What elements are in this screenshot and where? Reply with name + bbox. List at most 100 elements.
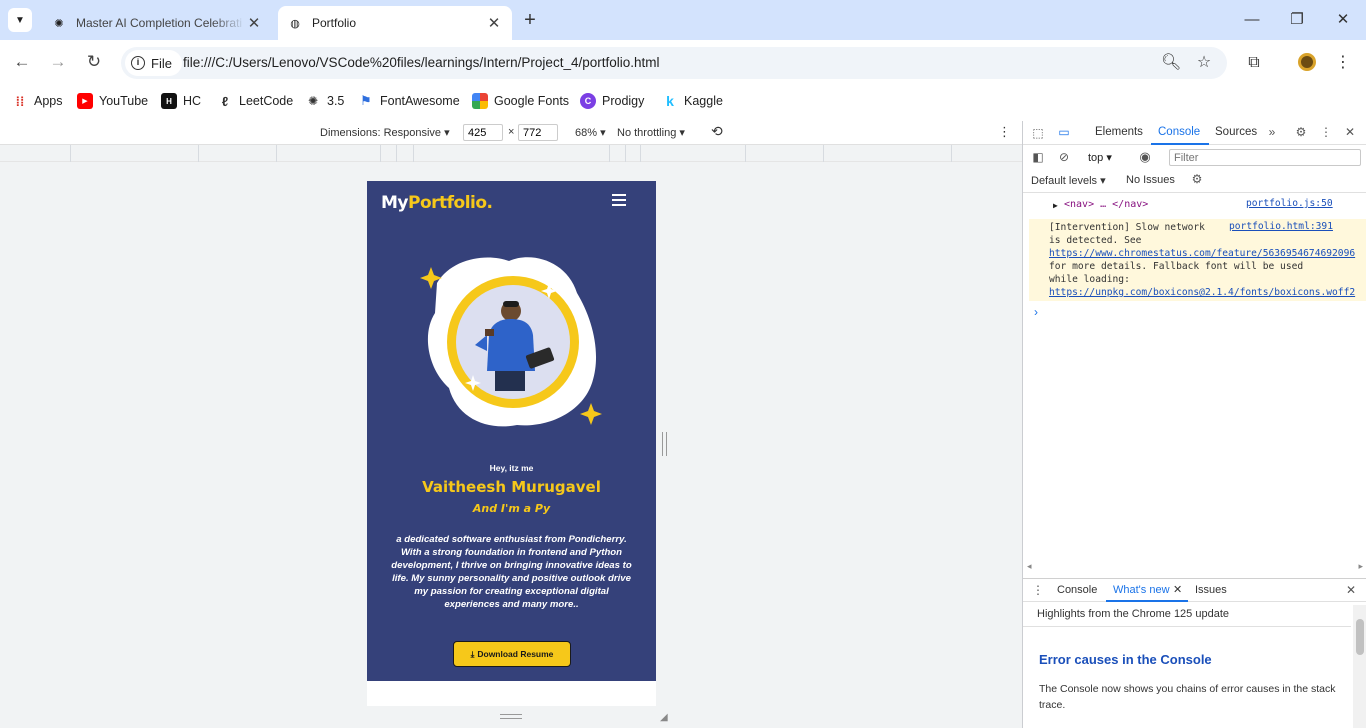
tab-master-ai[interactable]: ✺ Master AI Completion Celebrati ✕ (42, 6, 272, 40)
close-tab-icon[interactable]: ✕ (1173, 583, 1182, 596)
bookmark-google-fonts[interactable]: Google Fonts (472, 93, 569, 109)
filter-input[interactable] (1169, 149, 1361, 166)
bookmark-label: 3.5 (327, 94, 345, 108)
throttling-dropdown[interactable]: No throttling ▾ (617, 126, 685, 139)
back-button[interactable]: ← (10, 51, 34, 75)
width-input[interactable] (463, 124, 503, 141)
ruler-tick (823, 145, 824, 162)
restore-button[interactable]: ❐ (1285, 8, 1309, 32)
site-chip-label: File (151, 55, 172, 71)
tab-elements[interactable]: Elements (1095, 126, 1143, 138)
close-icon[interactable]: ✕ (246, 14, 262, 32)
bookmarks-bar: ⁞⁞ Apps ▶ YouTube H HC ℓ LeetCode ✺ 3.5 ⚑ Font… (0, 85, 1366, 121)
console-warning: [Intervention] Slow network is detected.… (1029, 219, 1366, 301)
ruler-tick (745, 145, 746, 162)
tab-sources[interactable]: Sources (1215, 126, 1257, 138)
news-title[interactable]: Error causes in the Console (1039, 652, 1212, 667)
source-link[interactable]: portfolio.js:50 (1246, 198, 1333, 209)
times-sign: × (508, 126, 515, 138)
bookmark-hc[interactable]: H HC (161, 93, 201, 109)
site-info-chip[interactable]: i File (125, 50, 182, 76)
inspect-element-icon[interactable]: ⬚ (1030, 126, 1046, 140)
flag-icon: ⚑ (360, 93, 372, 108)
close-devtools-icon[interactable]: ✕ (1342, 125, 1358, 139)
boxicons-link[interactable]: https://unpkg.com/boxicons@2.1.4/fonts/b… (1049, 287, 1355, 298)
scroll-left-icon[interactable]: ◂ (1027, 561, 1032, 572)
drawer-tab-issues[interactable]: Issues (1195, 584, 1227, 596)
drawer-menu-icon[interactable]: ⋮ (1030, 583, 1046, 597)
tab-portfolio[interactable]: ◍ Portfolio ✕ (278, 6, 512, 40)
download-resume-button[interactable]: ⤓ Download Resume (453, 641, 571, 667)
more-options-icon[interactable]: ⋮ (998, 124, 1011, 140)
profile-avatar[interactable] (1298, 53, 1316, 71)
active-tab-indicator (1151, 143, 1209, 145)
more-options-icon[interactable]: ⋮ (1318, 125, 1334, 139)
url-text[interactable]: file:///C:/Users/Lenovo/VSCode%20files/l… (183, 55, 660, 70)
close-window-button[interactable]: ✕ (1331, 8, 1355, 32)
menu-icon[interactable]: ⋮ (1331, 51, 1355, 75)
info-icon: i (131, 56, 145, 70)
ruler-tick (396, 145, 397, 162)
clear-console-icon[interactable]: ⊘ (1056, 150, 1072, 164)
sidebar-toggle-icon[interactable]: ◧ (1030, 150, 1046, 164)
horizontal-scrollbar[interactable]: ◂ ▸ (1027, 561, 1363, 573)
bookmark-prodigy[interactable]: C Prodigy (580, 93, 644, 109)
bookmark-apps[interactable]: ⁞⁞ Apps (12, 93, 63, 109)
vertical-scrollbar[interactable] (1353, 605, 1366, 728)
bookmark-leetcode[interactable]: ℓ LeetCode (217, 93, 293, 109)
minimize-button[interactable]: — (1240, 8, 1264, 32)
resize-handle-bottom[interactable] (500, 714, 522, 719)
browser-toolbar: ← → ↻ i File file:///C:/Users/Lenovo/VSC… (0, 40, 1366, 85)
bookmark-fontawesome[interactable]: ⚑ FontAwesome (358, 93, 460, 109)
device-toggle-icon[interactable]: ▭ (1056, 125, 1072, 139)
chromestatus-link[interactable]: https://www.chromestatus.com/feature/563… (1049, 248, 1355, 259)
nav-node[interactable]: <nav> … </nav> (1064, 199, 1148, 210)
greeting-text: Hey, itz me (489, 463, 534, 473)
warning-text-start: [Intervention] Slow network is detected.… (1049, 222, 1205, 246)
context-selector[interactable]: top ▾ (1088, 151, 1112, 164)
address-bar[interactable]: i File file:///C:/Users/Lenovo/VSCode%20… (121, 47, 1227, 79)
more-tabs-icon[interactable]: » (1264, 125, 1280, 139)
close-icon[interactable]: ✕ (486, 14, 502, 32)
extensions-icon[interactable]: ⧉ (1242, 51, 1266, 75)
dimensions-dropdown[interactable]: Dimensions: Responsive ▾ (320, 126, 450, 139)
new-tab-button[interactable]: + (518, 9, 542, 33)
site-logo[interactable]: MyPortfolio. (381, 193, 493, 213)
download-label: Download Resume (477, 649, 554, 659)
reload-button[interactable]: ↻ (82, 51, 106, 75)
tab-search-button[interactable]: ▼ (8, 8, 32, 32)
bookmark-label: FontAwesome (380, 94, 460, 108)
ruler-tick (609, 145, 610, 162)
warning-text-middle: for more details. Fallback font will be … (1049, 261, 1304, 285)
tab-console[interactable]: Console (1158, 126, 1200, 138)
rotate-icon[interactable]: ⟲ (711, 123, 723, 140)
scroll-right-icon[interactable]: ▸ (1358, 561, 1363, 572)
eye-icon[interactable]: ◉ (1137, 149, 1153, 165)
zoom-dropdown[interactable]: 68% ▾ (575, 126, 606, 139)
console-settings-gear-icon[interactable]: ⚙ (1189, 172, 1205, 186)
expand-triangle-icon[interactable]: ▶ (1053, 201, 1058, 210)
drawer-tab-console[interactable]: Console (1057, 584, 1097, 596)
tab-title: Master AI Completion Celebrati (76, 16, 243, 30)
console-prompt-icon[interactable]: › (1034, 305, 1038, 319)
zoom-icon[interactable]: 🔍︎ (1161, 53, 1181, 73)
close-drawer-icon[interactable]: ✕ (1343, 583, 1359, 597)
media-query-ruler[interactable] (0, 145, 1022, 162)
bookmark-kaggle[interactable]: k Kaggle (662, 93, 723, 109)
drawer-tab-whats-new[interactable]: What's new (1113, 584, 1170, 596)
scrollbar-thumb[interactable] (1356, 619, 1364, 655)
bookmark-3-5[interactable]: ✺ 3.5 (305, 93, 344, 109)
bookmark-youtube[interactable]: ▶ YouTube (77, 93, 148, 109)
resize-handle-right[interactable] (662, 432, 667, 456)
issues-counter[interactable]: No Issues (1126, 174, 1175, 186)
hamburger-menu-icon[interactable] (612, 194, 626, 206)
bookmark-star-icon[interactable]: ☆ (1194, 53, 1214, 73)
default-levels-dropdown[interactable]: Default levels ▾ (1031, 174, 1106, 187)
bookmark-label: Apps (34, 94, 63, 108)
forward-button[interactable]: → (46, 51, 70, 75)
source-link[interactable]: portfolio.html:391 (1229, 221, 1333, 232)
resize-corner-icon[interactable]: ◢ (660, 712, 668, 723)
settings-gear-icon[interactable]: ⚙ (1293, 125, 1309, 139)
height-input[interactable] (518, 124, 558, 141)
profile-illustration (420, 257, 602, 427)
